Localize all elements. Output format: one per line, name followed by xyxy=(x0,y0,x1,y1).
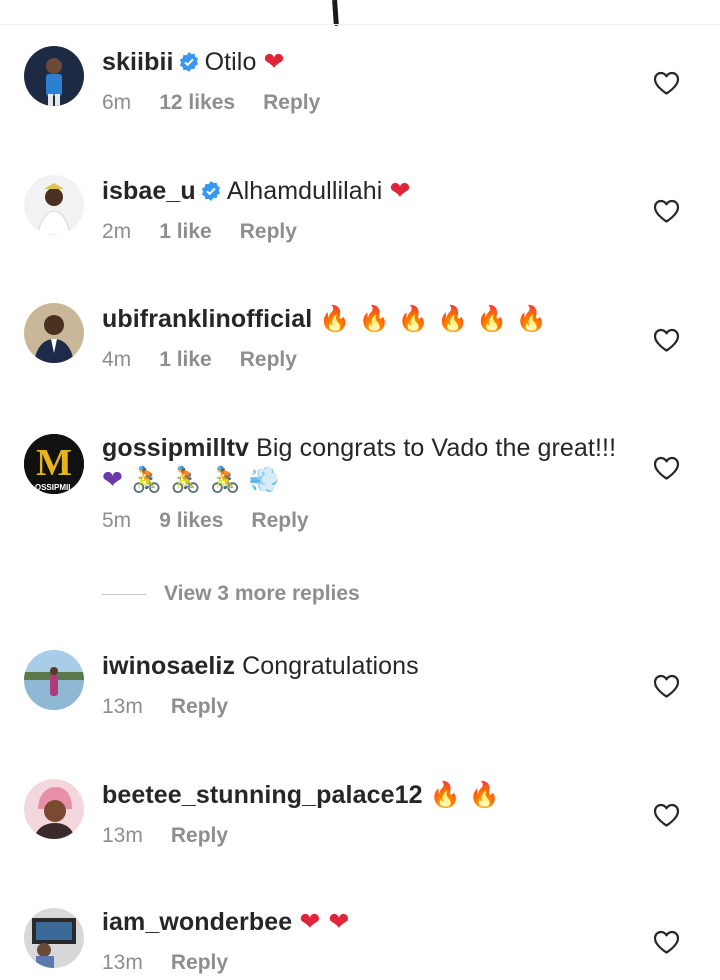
comment-body: isbae_u Alhamdullilahi ❤ 2m 1 like Reply xyxy=(102,175,636,245)
comment-likes[interactable]: 1 like xyxy=(159,220,212,243)
comment-emoji: ❤ xyxy=(389,176,411,205)
reply-button[interactable]: Reply xyxy=(240,220,297,243)
heart-outline-icon[interactable] xyxy=(653,674,680,698)
reply-button[interactable]: Reply xyxy=(240,348,297,371)
comment-time: 4m xyxy=(102,348,132,371)
reply-button[interactable]: Reply xyxy=(171,951,228,974)
comment-body: gossipmilltv Big congrats to Vado the gr… xyxy=(102,432,636,534)
comment-time: 13m xyxy=(102,824,143,847)
comment-emoji: ❤ ❤ xyxy=(299,907,350,936)
comment-emoji: ❤ 🚴 🚴 🚴 💨 xyxy=(102,465,281,494)
avatar[interactable] xyxy=(24,908,84,968)
avatar-letter: M xyxy=(36,442,72,484)
comment-likes[interactable]: 1 like xyxy=(159,348,212,371)
avatar[interactable] xyxy=(24,303,84,363)
scroll-mark xyxy=(332,0,339,27)
comment-username[interactable]: beetee_stunning_palace12 xyxy=(102,781,423,809)
comment-emoji: ❤ xyxy=(263,47,285,76)
verified-badge-icon xyxy=(201,181,221,201)
comment-body: skiibii Otilo ❤ 6m 12 likes Reply xyxy=(102,46,636,116)
reply-button[interactable]: Reply xyxy=(171,695,228,718)
comment-time: 5m xyxy=(102,509,132,532)
avatar[interactable] xyxy=(24,175,84,235)
verified-badge-icon xyxy=(179,52,199,72)
comment-likes[interactable]: 9 likes xyxy=(159,509,223,532)
comment-text: Congratulations xyxy=(242,652,419,680)
reply-button[interactable]: Reply xyxy=(171,824,228,847)
comment-time: 13m xyxy=(102,695,143,718)
comment-body: iam_wonderbee ❤ ❤ 13m Reply xyxy=(102,906,636,976)
comment-time: 2m xyxy=(102,220,132,243)
view-more-replies-button[interactable]: View 3 more replies xyxy=(102,579,360,609)
comment-username[interactable]: iwinosaeliz xyxy=(102,652,235,680)
comment-emoji: 🔥 🔥 🔥 🔥 🔥 🔥 xyxy=(319,304,547,333)
comment-text: Big congrats to Vado the great!!! xyxy=(256,434,617,462)
avatar[interactable] xyxy=(24,46,84,106)
comment-username[interactable]: iam_wonderbee xyxy=(102,908,292,936)
avatar[interactable]: M OSSIPMIL xyxy=(24,434,84,494)
comment-username[interactable]: skiibii xyxy=(102,48,174,76)
comment-body: ubifranklinofficial 🔥 🔥 🔥 🔥 🔥 🔥 4m 1 like… xyxy=(102,303,636,373)
avatar[interactable] xyxy=(24,650,84,710)
comment-text: Alhamdullilahi xyxy=(226,177,383,205)
comment-time: 13m xyxy=(102,951,143,974)
comment-username[interactable]: isbae_u xyxy=(102,177,196,205)
comment-username[interactable]: gossipmilltv xyxy=(102,434,249,462)
avatar[interactable] xyxy=(24,779,84,839)
comment-username[interactable]: ubifranklinofficial xyxy=(102,305,312,333)
comment-body: beetee_stunning_palace12 🔥 🔥 13m Reply xyxy=(102,779,636,849)
comment-body: iwinosaeliz Congratulations 13m Reply xyxy=(102,650,636,720)
heart-outline-icon[interactable] xyxy=(653,199,680,223)
view-more-replies-label: View 3 more replies xyxy=(164,582,360,605)
heart-outline-icon[interactable] xyxy=(653,71,680,95)
top-divider xyxy=(0,24,720,25)
comment-text: Otilo xyxy=(204,48,257,76)
comment-likes[interactable]: 12 likes xyxy=(159,91,235,114)
heart-outline-icon[interactable] xyxy=(653,930,680,954)
comment-time: 6m xyxy=(102,91,132,114)
heart-outline-icon[interactable] xyxy=(653,803,680,827)
reply-button[interactable]: Reply xyxy=(251,509,308,532)
replies-divider xyxy=(102,593,146,595)
avatar-caption: OSSIPMIL xyxy=(35,483,73,492)
heart-outline-icon[interactable] xyxy=(653,456,680,480)
comment-emoji: 🔥 🔥 xyxy=(429,780,501,809)
heart-outline-icon[interactable] xyxy=(653,328,680,352)
reply-button[interactable]: Reply xyxy=(263,91,320,114)
